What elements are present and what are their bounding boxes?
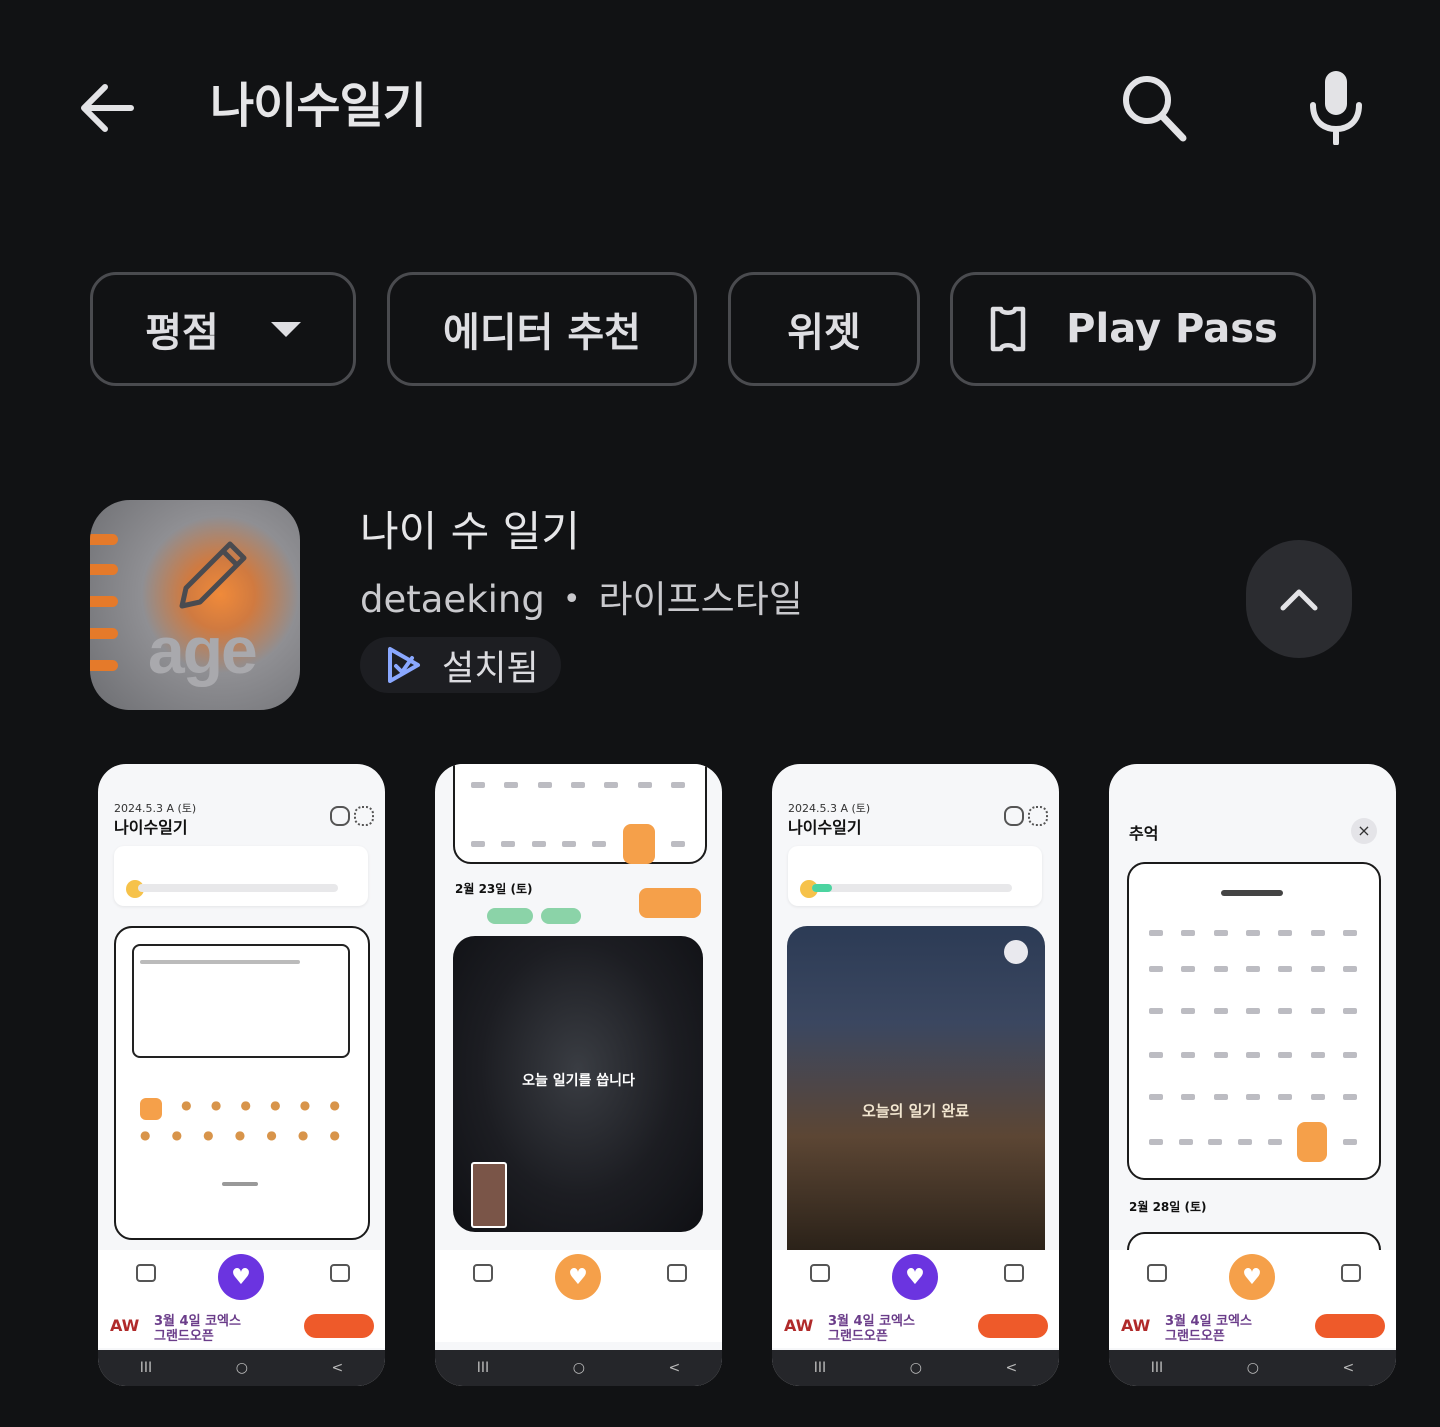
s2-heart-fab: ♥ xyxy=(555,1254,601,1300)
collapse-button[interactable] xyxy=(1246,540,1352,658)
s3-nav-diary-icon xyxy=(810,1264,830,1282)
s4-cal-row-4 xyxy=(1149,1052,1357,1058)
voice-search-button[interactable] xyxy=(1294,62,1378,152)
search-button[interactable] xyxy=(1112,66,1196,150)
s4-ad-logo: AW xyxy=(1121,1316,1151,1335)
chevron-up-icon xyxy=(1280,589,1318,611)
s4-cal-row-5 xyxy=(1149,1094,1357,1100)
s3-system-nav: III ○ < xyxy=(772,1350,1059,1386)
s1-progress-bar xyxy=(138,884,338,892)
search-query[interactable]: 나이수일기 xyxy=(210,70,427,142)
play-pass-label: Play Pass xyxy=(1066,306,1278,352)
s1-system-nav: III ○ < xyxy=(98,1350,385,1386)
screenshot-1[interactable]: 2024.5.3 A (토) 나이수일기 ● ● ● ● ● ● ● ● ● ● ● ● ● ♥ AW… xyxy=(98,764,385,1386)
s1-progress-card xyxy=(114,846,368,906)
s1-settings-icon xyxy=(354,806,374,826)
s1-ad-logo: AW xyxy=(110,1316,140,1335)
s1-clock-icon xyxy=(330,806,350,826)
back-button[interactable] xyxy=(70,72,142,144)
s1-emoji-row-1: ● ● ● ● ● ● xyxy=(140,1098,340,1120)
installed-badge: 설치됨 xyxy=(360,637,561,693)
s4-ad-button xyxy=(1315,1314,1385,1338)
s4-system-nav: III ○ < xyxy=(1109,1350,1396,1386)
s1-emoji-row-2: ● ● ● ● ● ● ● xyxy=(140,1128,340,1142)
s3-overlay-text: 오늘의 일기 완료 xyxy=(861,1102,970,1120)
s4-cal-row-3 xyxy=(1149,1008,1357,1014)
s3-progress-card xyxy=(788,846,1042,906)
s2-thumbnail xyxy=(471,1162,507,1228)
s4-heart-fab: ♥ xyxy=(1229,1254,1275,1300)
s1-placeholder-line xyxy=(140,960,300,964)
installed-label: 설치됨 xyxy=(442,648,539,689)
s3-nav-memory-icon xyxy=(1004,1264,1024,1282)
rating-label: 평점 xyxy=(145,310,219,356)
s4-cal-row-2 xyxy=(1149,966,1357,972)
screenshot-2[interactable]: 2월 23일 (토) 오늘 일기를 씁니다 ♥ III ○ < xyxy=(435,764,722,1386)
app-category: 라이프스타일 xyxy=(598,578,803,621)
s3-settings-icon xyxy=(1028,806,1048,826)
s1-heart-fab: ♥ xyxy=(218,1254,264,1300)
screenshot-4[interactable]: 추억 × 2월 28일 (토) ♥ AW 3월 4일 코엑스 그랜드오픈 III ○… xyxy=(1109,764,1396,1386)
s2-date: 2월 23일 (토) xyxy=(455,882,533,896)
s1-ad-text: 3월 4일 코엑스 그랜드오픈 xyxy=(154,1314,241,1344)
s1-nav-memory-icon xyxy=(330,1264,350,1282)
microphone-icon xyxy=(1310,71,1362,145)
s2-system-nav: III ○ < xyxy=(435,1350,722,1386)
s2-write-button xyxy=(639,888,701,918)
s4-title: 추억 xyxy=(1129,824,1159,843)
filter-chip-editor-pick[interactable]: 에디터 추천 xyxy=(387,272,697,386)
s1-nav-diary-icon xyxy=(136,1264,156,1282)
dropdown-arrow-icon xyxy=(270,321,301,337)
s2-nav-memory-icon xyxy=(667,1264,687,1282)
s4-close-icon: × xyxy=(1351,818,1377,844)
s3-progress-bar xyxy=(812,884,1012,892)
filter-chip-widget[interactable]: 위젯 xyxy=(728,272,920,386)
s3-ad-logo: AW xyxy=(784,1316,814,1335)
play-pass-ticket-icon xyxy=(988,304,1028,354)
pencil-icon xyxy=(179,541,247,609)
s1-more-link xyxy=(222,1182,258,1186)
s2-calendar-row-1 xyxy=(471,782,685,788)
s4-date: 2월 28일 (토) xyxy=(1129,1200,1207,1214)
installed-play-icon xyxy=(388,647,420,683)
s2-calendar-row-2 xyxy=(471,824,685,864)
s3-ad-button xyxy=(978,1314,1048,1338)
s3-edit-icon xyxy=(1004,940,1028,964)
s1-ad-button xyxy=(304,1314,374,1338)
s3-clock-icon xyxy=(1004,806,1024,826)
s4-nav-diary-icon xyxy=(1147,1264,1167,1282)
s4-ad-text: 3월 4일 코엑스 그랜드오픈 xyxy=(1165,1314,1252,1344)
s2-tag-2 xyxy=(541,908,581,924)
app-icon-text: age xyxy=(148,613,258,687)
s4-month-label xyxy=(1221,890,1283,896)
s4-nav-memory-icon xyxy=(1341,1264,1361,1282)
search-icon xyxy=(1123,76,1187,142)
filter-chip-rating[interactable]: 평점 xyxy=(90,272,356,386)
s3-scene-photo xyxy=(787,926,1045,1250)
screenshot-3[interactable]: 2024.5.3 A (토) 나이수일기 오늘의 일기 완료 ♥ AW 3월 4… xyxy=(772,764,1059,1386)
editor-pick-label: 에디터 추천 xyxy=(443,310,641,356)
meta-separator: • xyxy=(562,582,581,617)
s3-heart-fab: ♥ xyxy=(892,1254,938,1300)
s2-nav-diary-icon xyxy=(473,1264,493,1282)
s3-ad-text: 3월 4일 코엑스 그랜드오픈 xyxy=(828,1314,915,1344)
app-title[interactable]: 나이 수 일기 xyxy=(360,504,580,560)
app-icon[interactable]: age xyxy=(90,500,300,710)
widget-label: 위젯 xyxy=(787,310,861,356)
s3-title: 나이수일기 xyxy=(788,818,862,837)
s4-cal-row-1 xyxy=(1149,930,1357,936)
developer-name: detaeking xyxy=(360,578,545,621)
s2-tag-1 xyxy=(487,908,533,924)
s3-progress-fill xyxy=(812,884,832,892)
app-meta: detaeking • 라이프스타일 xyxy=(360,574,803,626)
s1-title: 나이수일기 xyxy=(114,818,188,837)
arrow-back-icon xyxy=(81,84,134,132)
s4-cal-row-6 xyxy=(1149,1122,1357,1162)
s2-overlay-text: 오늘 일기를 씁니다 xyxy=(522,1073,635,1089)
filter-chip-play-pass[interactable]: Play Pass xyxy=(950,272,1316,386)
